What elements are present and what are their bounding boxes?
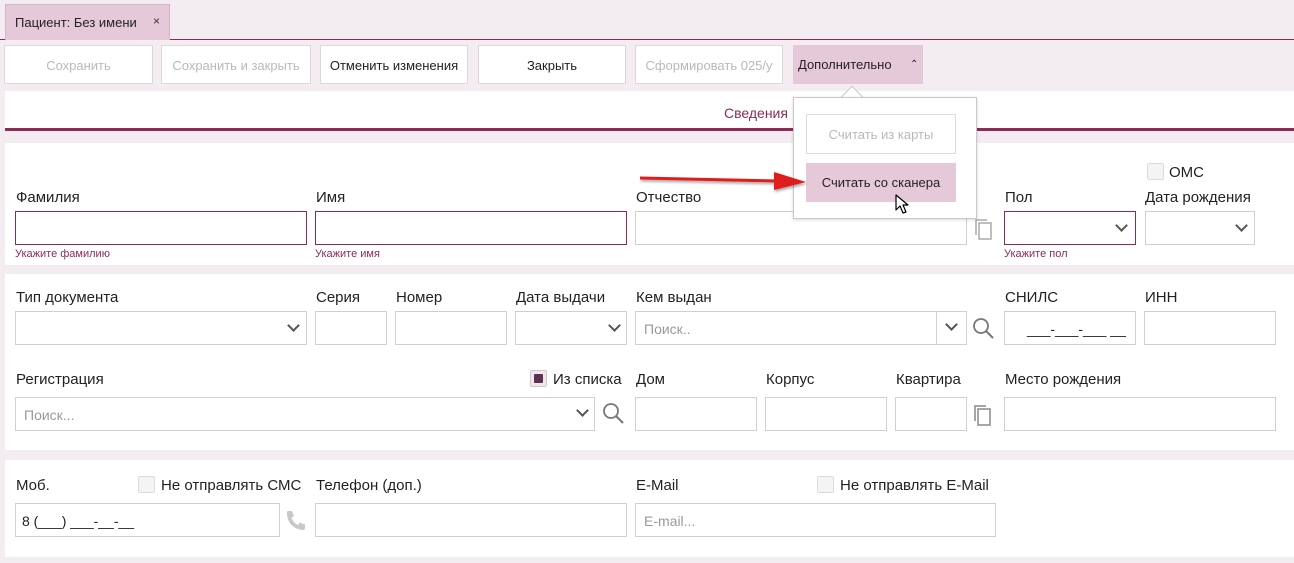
tab-title: Пациент: Без имени: [15, 15, 137, 30]
chevron-down-icon: [1235, 219, 1248, 232]
birthplace-label: Место рождения: [1005, 371, 1122, 388]
doc-type-select[interactable]: [15, 311, 307, 345]
phone2-input[interactable]: [315, 503, 627, 537]
read-from-card-button[interactable]: Считать из карты: [806, 114, 956, 154]
copy-icon[interactable]: [973, 217, 993, 241]
inn-input[interactable]: [1144, 311, 1276, 345]
registration-input[interactable]: Поиск...: [15, 397, 595, 431]
snils-input[interactable]: ___-___-___ __: [1004, 311, 1136, 345]
no-email-label: Не отправлять E-Mail: [840, 477, 989, 494]
snils-label: СНИЛС: [1005, 289, 1059, 306]
building-label: Корпус: [766, 371, 815, 388]
form-025-button[interactable]: Сформировать 025/у: [635, 45, 783, 84]
tab-strip: [0, 0, 1294, 40]
sex-hint: Укажите пол: [1004, 248, 1068, 260]
series-input[interactable]: [315, 311, 387, 345]
surname-label: Фамилия: [16, 189, 80, 206]
more-button[interactable]: Дополнительно ⌃: [793, 45, 923, 84]
number-input[interactable]: [395, 311, 507, 345]
save-button[interactable]: Сохранить: [4, 45, 153, 84]
section-header: [5, 91, 1294, 131]
chevron-down-icon: [608, 319, 621, 332]
mobile-input[interactable]: 8 (___) ___-__-__: [15, 503, 280, 537]
copy-icon[interactable]: [972, 403, 992, 427]
chevron-down-icon: [1115, 219, 1128, 232]
chevron-up-icon: ⌃: [910, 59, 919, 70]
apartment-input[interactable]: [895, 397, 967, 431]
oms-label: ОМС: [1169, 164, 1204, 181]
issue-date-input[interactable]: [515, 311, 627, 345]
name-hint: Укажите имя: [315, 248, 380, 260]
from-list-checkbox[interactable]: [530, 370, 547, 387]
sex-select[interactable]: [1004, 211, 1136, 245]
email-label: E-Mail: [636, 477, 679, 494]
phone-icon[interactable]: [284, 509, 306, 531]
surname-input[interactable]: [15, 211, 307, 245]
section-title: Сведения: [724, 105, 788, 121]
birthplace-input[interactable]: [1004, 397, 1276, 431]
apartment-label: Квартира: [896, 371, 961, 388]
name-label: Имя: [316, 189, 346, 206]
mouse-cursor-icon: [895, 194, 909, 214]
search-icon[interactable]: [602, 402, 626, 426]
close-button[interactable]: Закрыть: [478, 45, 626, 84]
divider: [936, 312, 937, 344]
birthdate-label: Дата рождения: [1145, 189, 1251, 206]
close-icon[interactable]: ×: [153, 14, 160, 28]
search-icon[interactable]: [972, 317, 996, 341]
no-sms-label: Не отправлять СМС: [161, 477, 302, 494]
phone2-label: Телефон (доп.): [316, 477, 422, 494]
email-input[interactable]: E-mail...: [635, 503, 996, 537]
building-input[interactable]: [765, 397, 887, 431]
from-list-label: Из списка: [553, 371, 622, 388]
registration-label: Регистрация: [16, 371, 104, 388]
annotation-arrow-icon: [639, 172, 806, 190]
number-label: Номер: [396, 289, 443, 306]
chevron-down-icon: [287, 319, 300, 332]
issued-by-label: Кем выдан: [636, 289, 712, 306]
house-label: Дом: [636, 371, 665, 388]
cancel-changes-button[interactable]: Отменить изменения: [320, 45, 468, 84]
series-label: Серия: [316, 289, 361, 306]
save-and-close-button[interactable]: Сохранить и закрыть: [161, 45, 311, 84]
issue-date-label: Дата выдачи: [516, 289, 606, 306]
tab-patient[interactable]: Пациент: Без имени ×: [5, 4, 170, 40]
sex-label: Пол: [1005, 189, 1033, 206]
inn-label: ИНН: [1145, 289, 1178, 306]
no-email-checkbox[interactable]: [817, 476, 834, 493]
doc-type-label: Тип документа: [16, 289, 119, 306]
house-input[interactable]: [635, 397, 757, 431]
surname-hint: Укажите фамилию: [15, 248, 110, 260]
birthdate-input[interactable]: [1145, 211, 1255, 245]
read-from-scanner-button[interactable]: Считать со сканера: [806, 163, 956, 202]
no-sms-checkbox[interactable]: [138, 476, 155, 493]
mobile-label: Моб.: [16, 477, 50, 494]
name-input[interactable]: [315, 211, 627, 245]
oms-checkbox[interactable]: [1147, 163, 1164, 180]
issued-by-input[interactable]: Поиск..: [635, 311, 967, 345]
more-label: Дополнительно: [798, 57, 892, 72]
